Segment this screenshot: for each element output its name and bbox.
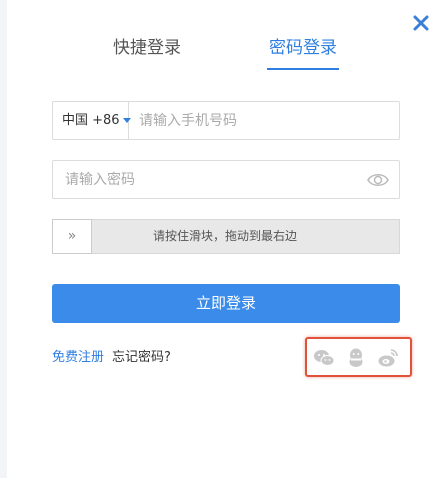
phone-input[interactable]	[139, 102, 389, 139]
wechat-icon[interactable]	[313, 347, 335, 369]
eye-icon[interactable]	[367, 170, 389, 190]
password-field	[52, 160, 400, 199]
phone-field: 中国 +86	[52, 101, 400, 140]
password-input[interactable]	[65, 161, 355, 198]
weibo-icon[interactable]	[377, 347, 399, 369]
register-link[interactable]: 免费注册	[52, 350, 104, 365]
social-login-group	[305, 337, 412, 377]
forgot-password-link[interactable]: 忘记密码?	[112, 350, 171, 365]
country-code-select[interactable]: 中国 +86	[53, 102, 131, 139]
slide-captcha: » 请按住滑块，拖动到最右边	[52, 219, 400, 254]
tab-password-login[interactable]: 密码登录	[267, 36, 339, 70]
tab-quick-login[interactable]: 快捷登录	[113, 36, 181, 70]
login-button[interactable]: 立即登录	[52, 284, 400, 323]
slider-instruction: 请按住滑块，拖动到最右边	[153, 229, 298, 243]
close-icon[interactable]	[412, 14, 430, 32]
country-code-label: 中国 +86	[62, 113, 120, 128]
qq-icon[interactable]	[345, 347, 367, 369]
auth-links: 免费注册 忘记密码?	[52, 346, 171, 365]
login-tabs: 快捷登录 密码登录	[0, 36, 440, 72]
chevron-down-icon	[122, 118, 131, 123]
slider-handle[interactable]: »	[52, 219, 92, 254]
